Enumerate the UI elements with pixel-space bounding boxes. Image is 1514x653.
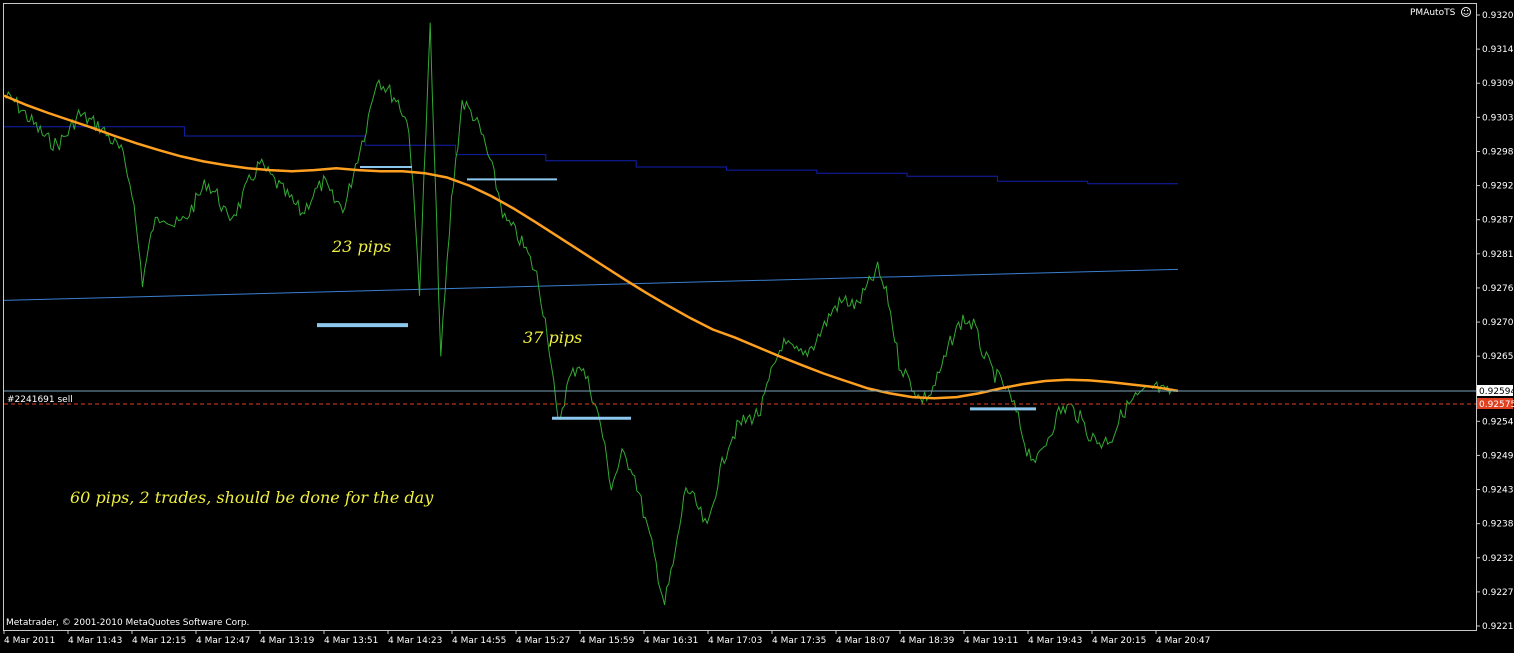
y-tick-label: 0.93035 bbox=[1482, 113, 1514, 123]
order-label: #2241691 sell bbox=[7, 395, 73, 405]
indicator-label: PMAutoTS bbox=[1410, 8, 1456, 18]
x-tick-label: 4 Mar 14:23 bbox=[388, 636, 442, 646]
y-tick-label: 0.92925 bbox=[1482, 182, 1514, 192]
order-price-label: 0.92575 bbox=[1479, 400, 1514, 410]
x-tick-label: 4 Mar 13:51 bbox=[324, 636, 378, 646]
y-tick-label: 0.92490 bbox=[1482, 451, 1514, 461]
x-tick-label: 4 Mar 20:15 bbox=[1092, 636, 1146, 646]
x-tick-label: 4 Mar 19:43 bbox=[1028, 636, 1082, 646]
annotation-37-pips: 37 pips bbox=[523, 328, 582, 347]
y-tick-label: 0.92380 bbox=[1482, 520, 1514, 530]
y-tick-label: 0.92705 bbox=[1482, 318, 1514, 328]
y-tick-label: 0.93090 bbox=[1482, 79, 1514, 89]
annotation-23-pips: 23 pips bbox=[331, 237, 391, 256]
price-axis[interactable]: 0.93200 0.93145 0.93090 0.93035 0.92980 0.929… bbox=[1476, 11, 1514, 632]
chart-window[interactable]: #2241691 sell 0.93200 0.93145 0.93090 0.930… bbox=[0, 0, 1514, 648]
x-tick-label: 4 Mar 17:35 bbox=[772, 636, 826, 646]
y-tick-label: 0.92650 bbox=[1482, 352, 1514, 362]
y-tick-label: 0.92545 bbox=[1482, 417, 1514, 427]
price-chart[interactable]: #2241691 sell 0.93200 0.93145 0.93090 0.930… bbox=[0, 0, 1514, 648]
x-tick-label: 4 Mar 19:11 bbox=[964, 636, 1018, 646]
x-tick-label: 4 Mar 13:19 bbox=[260, 636, 315, 646]
smiley-icon bbox=[1461, 7, 1471, 17]
order-price-marker: 0.92575 bbox=[1477, 398, 1514, 410]
x-tick-label: 4 Mar 15:59 bbox=[580, 636, 635, 646]
y-tick-label: 0.92325 bbox=[1482, 554, 1514, 564]
x-tick-label: 4 Mar 16:31 bbox=[644, 636, 698, 646]
y-tick-label: 0.92215 bbox=[1482, 622, 1514, 632]
time-axis[interactable]: 4 Mar 2011 4 Mar 11:43 4 Mar 12:15 4 Mar 12… bbox=[3, 630, 1210, 646]
y-tick-label: 0.92270 bbox=[1482, 588, 1514, 598]
x-tick-label: 4 Mar 2011 bbox=[4, 636, 55, 646]
y-tick-label: 0.92870 bbox=[1482, 216, 1514, 226]
y-tick-label: 0.92980 bbox=[1482, 147, 1514, 157]
x-tick-label: 4 Mar 11:43 bbox=[68, 636, 122, 646]
x-tick-label: 4 Mar 15:27 bbox=[516, 636, 570, 646]
annotation-summary: 60 pips, 2 trades, should be done for th… bbox=[70, 488, 434, 507]
y-tick-label: 0.92815 bbox=[1482, 250, 1514, 260]
x-tick-label: 4 Mar 18:39 bbox=[900, 636, 955, 646]
chart-border bbox=[3, 3, 1477, 631]
moving-average-line[interactable] bbox=[3, 94, 1179, 400]
x-tick-label: 4 Mar 14:55 bbox=[452, 636, 506, 646]
copyright-text: Metatrader, © 2001-2010 MetaQuotes Softw… bbox=[6, 618, 249, 628]
current-price-label: 0.92594 bbox=[1479, 387, 1514, 397]
x-tick-label: 4 Mar 20:47 bbox=[1156, 636, 1210, 646]
y-tick-label: 0.93200 bbox=[1482, 11, 1514, 21]
x-tick-label: 4 Mar 12:47 bbox=[196, 636, 250, 646]
lower-channel-line[interactable] bbox=[3, 268, 1179, 301]
y-tick-label: 0.93145 bbox=[1482, 45, 1514, 55]
x-tick-label: 4 Mar 17:03 bbox=[708, 636, 762, 646]
price-line[interactable] bbox=[3, 22, 1177, 606]
current-price-marker: 0.92594 bbox=[1477, 385, 1514, 397]
y-tick-label: 0.92435 bbox=[1482, 486, 1514, 496]
y-tick-label: 0.92760 bbox=[1482, 284, 1514, 294]
x-tick-label: 4 Mar 12:15 bbox=[132, 636, 186, 646]
x-tick-label: 4 Mar 18:07 bbox=[836, 636, 890, 646]
